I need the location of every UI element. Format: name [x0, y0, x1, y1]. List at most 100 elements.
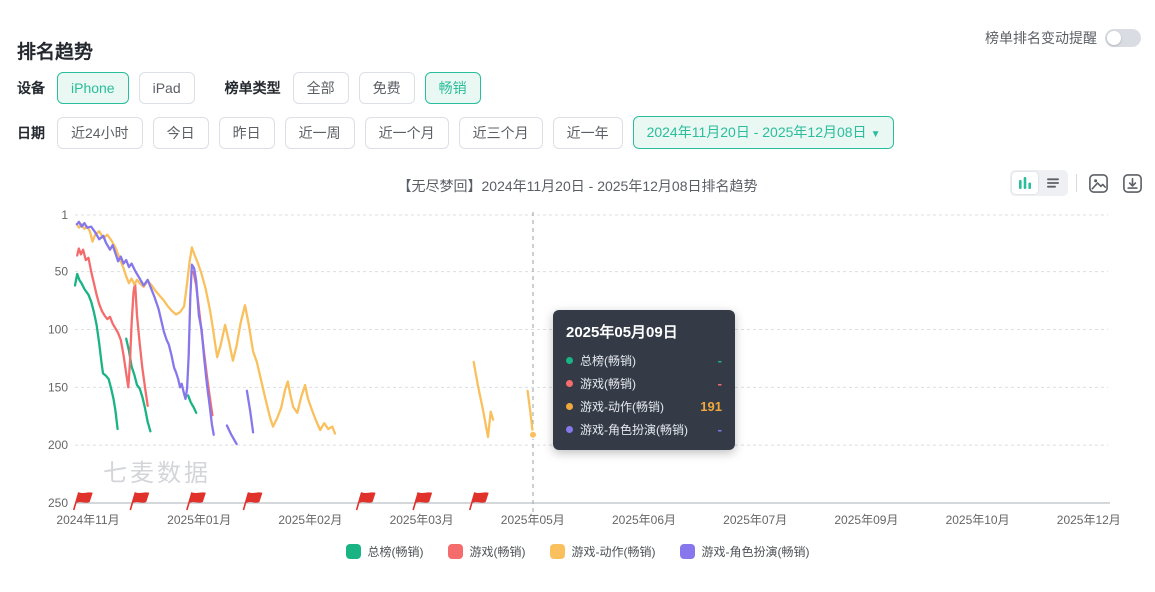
- download-icon: [1122, 173, 1142, 193]
- series-line: [75, 223, 535, 439]
- page-title: 排名趋势: [17, 41, 94, 63]
- series-dot: [566, 426, 573, 433]
- date-label: 日期: [17, 124, 45, 141]
- svg-text:2025年06月: 2025年06月: [612, 513, 676, 527]
- flag-icon[interactable]: [129, 492, 150, 511]
- series-name: 游戏(畅销): [580, 377, 636, 391]
- device-option-0[interactable]: iPhone: [57, 72, 129, 104]
- svg-text:2025年05月: 2025年05月: [501, 513, 565, 527]
- series-value: -: [717, 422, 722, 437]
- legend-label: 游戏-动作(畅销): [571, 545, 656, 559]
- svg-text:2025年12月: 2025年12月: [1057, 513, 1121, 527]
- bar-chart-icon: [1019, 177, 1031, 189]
- date-range-picker[interactable]: 2024年11月20日 - 2025年12月08日 ▼: [632, 116, 895, 149]
- download-button[interactable]: [1119, 171, 1145, 195]
- svg-text:100: 100: [48, 322, 68, 336]
- image-icon: [1088, 173, 1108, 193]
- list-type-option-0[interactable]: 全部: [292, 72, 349, 104]
- date-range-label: 2024年11月20日 - 2025年12月08日: [646, 124, 867, 140]
- tooltip-date: 2025年05月09日: [566, 324, 678, 341]
- table-view-button[interactable]: [1040, 172, 1066, 194]
- reminder-label: 榜单排名变动提醒: [985, 30, 1097, 46]
- flag-icon[interactable]: [412, 492, 433, 511]
- flag-icon[interactable]: [468, 492, 489, 511]
- device-and-list-type-filters: 设备 iPhone iPad 榜单类型 全部 免费 畅销: [17, 72, 481, 104]
- date-preset-option-0[interactable]: 近24小时: [57, 116, 143, 149]
- series-line: [75, 220, 255, 446]
- legend-swatch: [447, 544, 463, 559]
- chart-view-button[interactable]: [1012, 172, 1038, 194]
- tooltip-row: 游戏-动作(畅销) 191: [566, 395, 722, 418]
- svg-text:2025年02月: 2025年02月: [278, 513, 342, 527]
- date-preset-option-1[interactable]: 今日: [152, 116, 209, 149]
- svg-text:250: 250: [48, 496, 68, 510]
- date-preset-option-4[interactable]: 近一个月: [364, 116, 449, 149]
- chart-tooltip: 2025年05月09日 总榜(畅销) - 游戏(畅销) - 游戏-动作(畅销) 191 游戏…: [553, 310, 735, 450]
- list-type-option-1[interactable]: 免费: [358, 72, 415, 104]
- svg-text:2025年03月: 2025年03月: [390, 513, 454, 527]
- date-preset-option-3[interactable]: 近一周: [284, 116, 355, 149]
- flag-icon[interactable]: [242, 492, 263, 511]
- svg-text:1: 1: [61, 208, 68, 222]
- chart-legend: 总榜(畅销) 游戏(畅销) 游戏-动作(畅销) 游戏-角色扮演(畅销): [0, 543, 1155, 560]
- flag-icon[interactable]: [72, 492, 93, 511]
- series-name: 总榜(畅销): [580, 354, 636, 368]
- svg-text:2025年07月: 2025年07月: [723, 513, 787, 527]
- svg-text:2025年09月: 2025年09月: [834, 513, 898, 527]
- legend-label: 总榜(畅销): [367, 545, 424, 559]
- list-type-options: 全部 免费 畅销: [292, 72, 481, 104]
- series-line: [73, 272, 198, 433]
- list-type-label: 榜单类型: [224, 80, 281, 96]
- svg-text:2024年11月: 2024年11月: [56, 513, 119, 527]
- svg-text:2025年01月: 2025年01月: [167, 513, 231, 527]
- series-line: [76, 247, 214, 417]
- flag-icon[interactable]: [186, 492, 206, 511]
- y-axis-labels: 150100150200250: [48, 208, 68, 510]
- toggle-knob: [1107, 31, 1121, 45]
- series-value: 191: [700, 399, 722, 414]
- date-preset-option-5[interactable]: 近三个月: [458, 116, 543, 149]
- save-image-button[interactable]: [1085, 171, 1111, 195]
- list-type-option-2[interactable]: 畅销: [424, 72, 481, 104]
- date-options: 近24小时 今日 昨日 近一周 近一个月 近三个月 近一年: [57, 116, 623, 149]
- tooltip-row: 游戏(畅销) -: [566, 372, 722, 395]
- series-dot: [566, 380, 573, 387]
- x-axis-labels: 2024年11月 2025年01月 2025年02月 2025年03月 2025年05月…: [56, 513, 1120, 527]
- highlight-point: [528, 430, 538, 439]
- date-preset-option-2[interactable]: 昨日: [218, 116, 275, 149]
- device-option-1[interactable]: iPad: [138, 72, 195, 104]
- reminder-toggle[interactable]: [1105, 29, 1141, 47]
- svg-text:200: 200: [48, 438, 68, 452]
- svg-text:50: 50: [55, 265, 69, 279]
- flag-icon[interactable]: [355, 492, 376, 511]
- rank-change-reminder: 榜单排名变动提醒: [985, 28, 1141, 48]
- series-value: -: [717, 353, 722, 368]
- legend-item[interactable]: 总榜(畅销): [345, 543, 424, 560]
- release-flags[interactable]: [72, 492, 489, 511]
- legend-swatch: [679, 544, 695, 559]
- chart-view-toggle: [1010, 170, 1068, 196]
- series-name: 游戏-角色扮演(畅销): [580, 423, 688, 437]
- series-dot: [566, 357, 573, 364]
- legend-item[interactable]: 游戏(畅销): [447, 543, 526, 560]
- series-value: -: [717, 376, 722, 391]
- list-icon: [1047, 178, 1059, 188]
- legend-item[interactable]: 游戏-动作(畅销): [549, 543, 656, 560]
- date-preset-option-6[interactable]: 近一年: [552, 116, 623, 149]
- device-label: 设备: [17, 80, 45, 96]
- legend-item[interactable]: 游戏-角色扮演(畅销): [679, 543, 810, 560]
- date-filters: 日期 近24小时 今日 昨日 近一周 近一个月 近三个月 近一年 2024年11月20日 -…: [17, 116, 895, 149]
- series-dot: [566, 403, 573, 410]
- tooltip-row: 游戏-角色扮演(畅销) -: [566, 418, 722, 441]
- divider: [1076, 174, 1077, 192]
- chart-controls: [1010, 170, 1145, 196]
- tooltip-row: 总榜(畅销) -: [566, 349, 722, 372]
- chevron-down-icon: ▼: [870, 129, 881, 140]
- legend-swatch: [345, 544, 361, 559]
- watermark: 七麦数据: [103, 460, 211, 487]
- legend-label: 游戏(畅销): [469, 545, 526, 559]
- svg-text:150: 150: [48, 380, 68, 394]
- tooltip-rows: 总榜(畅销) - 游戏(畅销) - 游戏-动作(畅销) 191 游戏-角色扮演(畅销) -: [566, 349, 722, 441]
- chart-title: 【无尽梦回】2024年11月20日 - 2025年12月08日排名趋势: [397, 178, 758, 194]
- svg-text:2025年10月: 2025年10月: [946, 513, 1010, 527]
